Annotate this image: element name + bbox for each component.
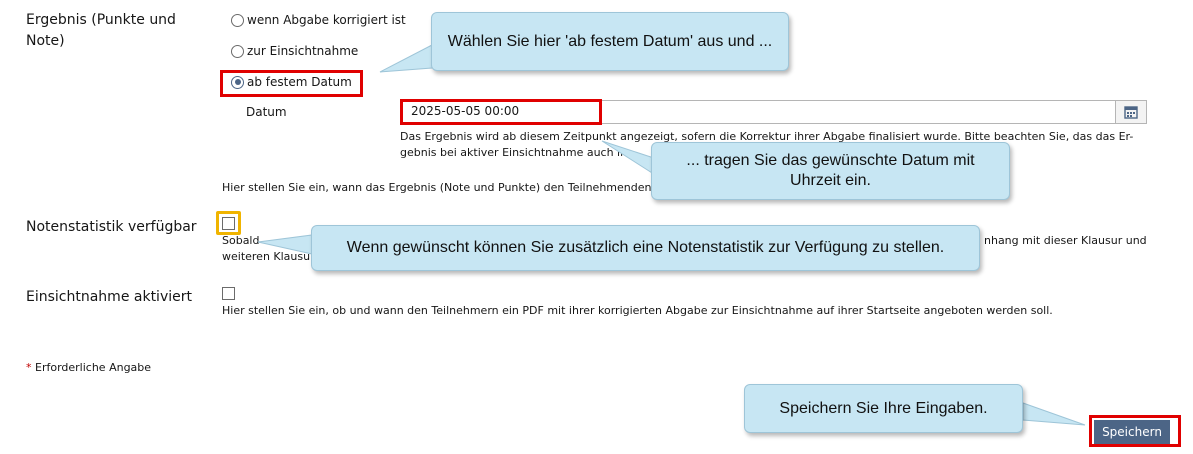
pointer-c1 <box>379 44 433 73</box>
pointer-c3 <box>257 234 313 255</box>
pointer-c4 <box>1022 402 1086 426</box>
callout-notenstatistik: Wenn gewünscht können Sie zusätzlich ein… <box>311 225 980 271</box>
callout-enter-date: ... tragen Sie das gewünschte Datum mit … <box>651 142 1010 200</box>
callout-choose-date-option: Wählen Sie hier 'ab festem Datum' aus un… <box>431 12 789 71</box>
callout-save: Speichern Sie Ihre Eingaben. <box>744 384 1023 433</box>
